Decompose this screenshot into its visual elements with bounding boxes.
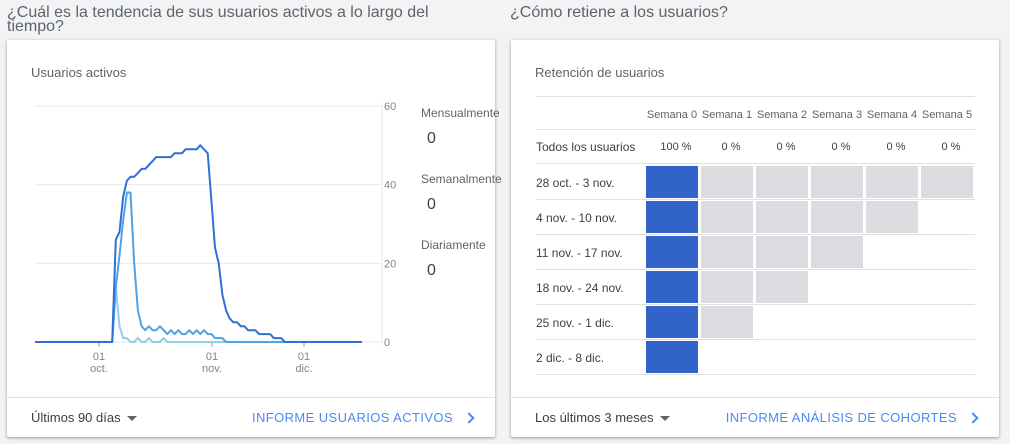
x-tick-month: oct. xyxy=(90,363,108,375)
pct-week-4: 0 % xyxy=(886,141,906,153)
pct-week-3: 0 % xyxy=(831,141,851,153)
header-week-1: Semana 1 xyxy=(701,109,753,121)
metric-label-weekly: Semanalmente xyxy=(421,172,502,186)
divider xyxy=(536,96,975,97)
active-users-report-link[interactable]: INFORME USUARIOS ACTIVOS xyxy=(251,410,475,425)
pct-week-0: 100 % xyxy=(660,141,692,153)
retention-cell[interactable] xyxy=(921,166,973,198)
header-week-4: Semana 4 xyxy=(866,109,918,121)
x-tick-day: 01 xyxy=(93,351,105,363)
series-line-daily xyxy=(35,285,362,343)
retention-cell[interactable] xyxy=(866,166,918,198)
x-tick-day: 01 xyxy=(206,351,218,363)
retention-cell[interactable] xyxy=(701,201,753,233)
divider xyxy=(536,374,975,375)
chevron-right-icon xyxy=(463,411,475,424)
retention-card: Retención de usuarios Semana 0 Semana 1 … xyxy=(511,40,999,437)
retention-cell[interactable] xyxy=(866,201,918,233)
retention-section-title: ¿Cómo retiene a los usuarios? xyxy=(510,4,728,21)
header-week-0: Semana 0 xyxy=(646,109,698,121)
metric-value-daily: 0 xyxy=(427,262,436,279)
cohort-row-label: 25 nov. - 1 dic. xyxy=(536,316,614,330)
header-week-2: Semana 2 xyxy=(756,109,808,121)
cohort-row-label: 18 nov. - 24 nov. xyxy=(536,281,624,295)
active-users-card: Usuarios activos 0 20 40 60 01 oct. 01 nov. 01 di… xyxy=(7,40,502,437)
cohort-row-label: 4 nov. - 10 nov. xyxy=(536,211,617,225)
series-line-monthly xyxy=(35,144,362,343)
caret-down-icon xyxy=(126,416,137,422)
divider xyxy=(536,163,975,164)
y-tick-label: 40 xyxy=(384,180,396,192)
y-tick-label: 20 xyxy=(384,258,396,270)
pct-week-5: 0 % xyxy=(941,141,961,153)
chevron-right-icon xyxy=(967,411,979,424)
retention-cell[interactable] xyxy=(756,236,808,268)
cohort-row-label: 11 nov. - 17 nov. xyxy=(536,246,623,260)
header-week-5: Semana 5 xyxy=(921,109,973,121)
caret-down-icon xyxy=(659,416,670,422)
metric-value-weekly: 0 xyxy=(427,196,436,213)
retention-cell-filled[interactable] xyxy=(646,341,698,373)
date-range-dropdown[interactable]: Últimos 90 días xyxy=(31,410,137,425)
retention-cell-filled[interactable] xyxy=(646,166,698,198)
retention-cell[interactable] xyxy=(701,271,753,303)
retention-cell[interactable] xyxy=(756,271,808,303)
header-week-3: Semana 3 xyxy=(811,109,863,121)
retention-cell[interactable] xyxy=(701,166,753,198)
retention-range-label: Los últimos 3 meses xyxy=(535,410,654,425)
date-range-label: Últimos 90 días xyxy=(31,410,121,425)
divider xyxy=(536,234,975,235)
retention-cell[interactable] xyxy=(811,201,863,233)
row-label-all-users: Todos los usuarios xyxy=(536,140,636,154)
divider xyxy=(536,269,975,270)
x-tick-day: 01 xyxy=(298,351,310,363)
active-users-footer: Últimos 90 días INFORME USUARIOS ACTIVOS xyxy=(7,397,495,437)
retention-cell[interactable] xyxy=(811,166,863,198)
y-tick-label: 0 xyxy=(384,337,390,349)
active-users-report-label: INFORME USUARIOS ACTIVOS xyxy=(251,410,453,425)
divider xyxy=(536,304,975,305)
series-line-weekly xyxy=(35,191,362,343)
retention-cell-filled[interactable] xyxy=(646,236,698,268)
retention-range-dropdown[interactable]: Los últimos 3 meses xyxy=(535,410,670,425)
retention-cell[interactable] xyxy=(756,166,808,198)
retention-card-title: Retención de usuarios xyxy=(535,65,665,80)
x-tick-month: dic. xyxy=(295,363,312,375)
retention-cell[interactable] xyxy=(701,306,753,338)
retention-cell-filled[interactable] xyxy=(646,271,698,303)
metric-value-monthly: 0 xyxy=(427,130,436,147)
metric-label-monthly: Mensualmente xyxy=(421,106,500,120)
cohort-row-label: 2 dic. - 8 dic. xyxy=(536,351,605,365)
active-users-card-title: Usuarios activos xyxy=(31,65,127,80)
divider xyxy=(536,339,975,340)
cohort-report-link[interactable]: INFORME ANÁLISIS DE COHORTES xyxy=(725,410,979,425)
active-users-section-title: ¿Cuál es la tendencia de sus usuarios ac… xyxy=(7,4,429,35)
pct-week-2: 0 % xyxy=(776,141,796,153)
retention-cell[interactable] xyxy=(811,236,863,268)
cohort-row-label: 28 oct. - 3 nov. xyxy=(536,176,615,190)
active-users-chart: 020406001oct.01nov.01dic. xyxy=(35,101,396,375)
pct-week-1: 0 % xyxy=(721,141,741,153)
y-tick-label: 60 xyxy=(384,101,396,113)
retention-cell[interactable] xyxy=(756,201,808,233)
metric-label-daily: Diariamente xyxy=(421,238,486,252)
retention-cell-filled[interactable] xyxy=(646,306,698,338)
divider xyxy=(536,199,975,200)
divider xyxy=(536,129,975,130)
x-tick-month: nov. xyxy=(202,363,222,375)
retention-cell-filled[interactable] xyxy=(646,201,698,233)
cohort-report-label: INFORME ANÁLISIS DE COHORTES xyxy=(725,410,957,425)
retention-footer: Los últimos 3 meses INFORME ANÁLISIS DE … xyxy=(511,397,999,437)
retention-cell[interactable] xyxy=(701,236,753,268)
